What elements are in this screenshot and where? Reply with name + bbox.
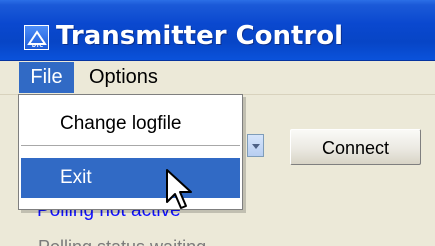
file-menu-dropdown: Change logfile Exit bbox=[18, 94, 243, 210]
connect-button[interactable]: Connect bbox=[290, 129, 421, 165]
menu-bar: File Options bbox=[0, 61, 435, 95]
title-bar[interactable]: DTC Transmitter Control bbox=[0, 0, 435, 61]
dtc-logo-icon: DTC bbox=[24, 25, 49, 50]
faint-status-text: Polling status waiting bbox=[38, 238, 278, 246]
menu-options[interactable]: Options bbox=[89, 62, 158, 93]
window-title: Transmitter Control bbox=[56, 21, 344, 51]
svg-text:DTC: DTC bbox=[32, 43, 44, 49]
chevron-down-icon[interactable] bbox=[247, 134, 264, 157]
menu-file[interactable]: File bbox=[19, 62, 74, 93]
menu-item-change-logfile[interactable]: Change logfile bbox=[21, 108, 240, 139]
transmitter-control-window: DTC Transmitter Control File Options Con… bbox=[0, 0, 435, 246]
mouse-pointer-icon bbox=[166, 169, 192, 209]
menu-item-exit[interactable]: Exit bbox=[21, 158, 240, 198]
menu-separator-highlight bbox=[21, 146, 240, 147]
